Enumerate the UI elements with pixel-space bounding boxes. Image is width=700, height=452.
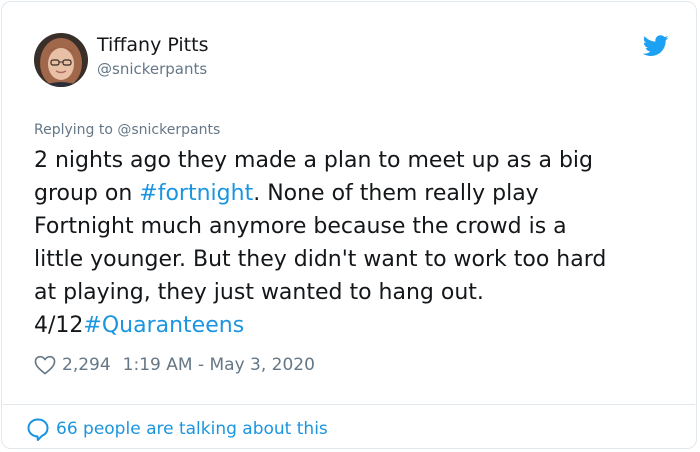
heart-icon[interactable] <box>34 355 56 375</box>
like-count[interactable]: 2,294 <box>62 355 111 375</box>
author-handle[interactable]: @snickerpants <box>97 60 207 78</box>
author-name[interactable]: Tiffany Pitts <box>97 34 208 56</box>
twitter-bird-icon[interactable] <box>643 35 669 57</box>
tweet-text-segment: group on <box>34 181 140 206</box>
hashtag-link[interactable]: #fortnight <box>139 181 253 206</box>
tweet-meta: 2,294 1:19 AM - May 3, 2020 <box>34 352 315 378</box>
avatar[interactable] <box>34 33 88 87</box>
tweet-text-segment: at playing, they just wanted to hang out… <box>34 280 484 305</box>
tweet-text-segment: little younger. But they didn't want to … <box>34 247 607 272</box>
tweet-line: 4/12#Quaranteens <box>34 309 674 342</box>
tweet-line: Fortnight much anymore because the crowd… <box>34 210 674 243</box>
tweet-text: 2 nights ago they made a plan to meet up… <box>34 144 674 342</box>
tweet-line: 2 nights ago they made a plan to meet up… <box>34 144 674 177</box>
tweet-text-segment: Fortnight much anymore because the crowd… <box>34 214 567 239</box>
tweet-text-segment: 4/12 <box>34 313 84 338</box>
speech-bubble-icon <box>27 418 49 441</box>
tweet-timestamp[interactable]: 1:19 AM - May 3, 2020 <box>123 355 315 375</box>
tweet-text-segment: 2 nights ago they made a plan to meet up… <box>34 148 593 173</box>
tweet-card: Tiffany Pitts @snickerpants Replying to … <box>1 1 697 449</box>
tweet-line: at playing, they just wanted to hang out… <box>34 276 674 309</box>
replying-to: Replying to @snickerpants <box>34 122 221 138</box>
tweet-line: group on #fortnight. None of them really… <box>34 177 674 210</box>
hashtag-link[interactable]: #Quaranteens <box>83 313 244 338</box>
conversation-link[interactable]: 66 people are talking about this <box>26 416 328 442</box>
divider <box>3 404 695 405</box>
conversation-label[interactable]: 66 people are talking about this <box>56 419 328 439</box>
tweet-line: little younger. But they didn't want to … <box>34 243 674 276</box>
tweet-text-segment: . None of them really play <box>253 181 539 206</box>
